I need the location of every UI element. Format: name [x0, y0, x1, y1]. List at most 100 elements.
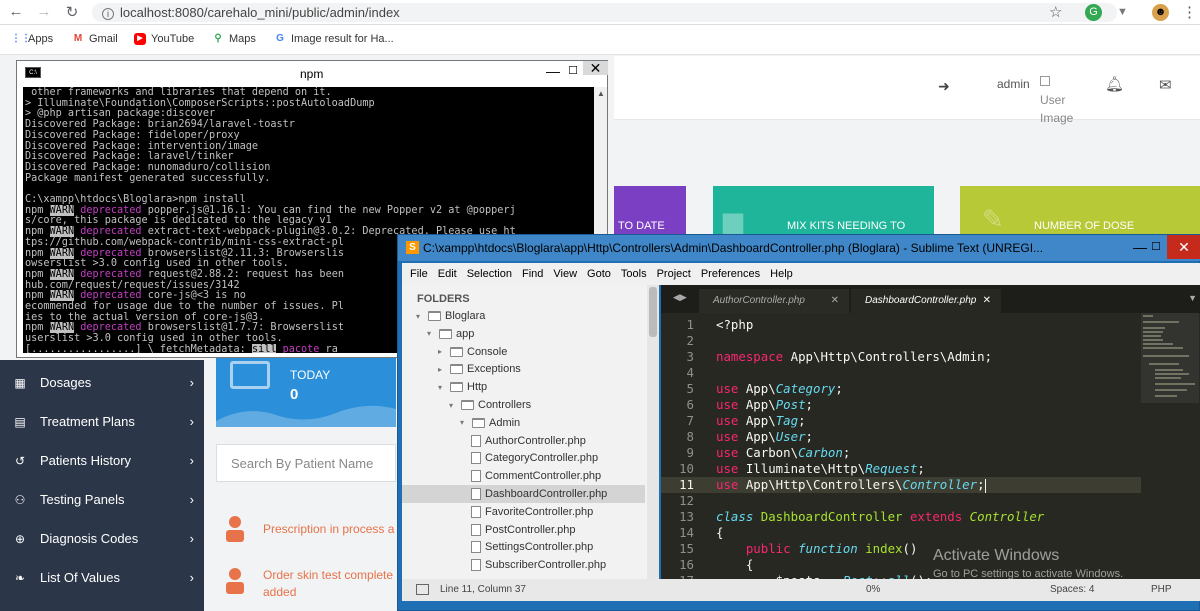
bookmark-star-icon[interactable]: ☆ [1049, 3, 1062, 21]
status-indentation[interactable]: Spaces: 4 [1050, 584, 1094, 595]
sublime-title-bar[interactable]: S C:\xampp\htdocs\Bloglara\app\Http\Cont… [398, 235, 1200, 261]
tree-file[interactable]: SettingsController.php [471, 538, 593, 556]
google-g-icon: G [276, 33, 284, 44]
tree-folder[interactable]: ▸ Console [438, 343, 507, 361]
sidebar-item-patients-history[interactable]: ↺ Patients History › [0, 441, 204, 480]
sidebar-scrollbar[interactable] [647, 285, 659, 579]
menu-icon[interactable]: ⋮ [1182, 3, 1197, 21]
tab-close-icon[interactable]: ✕ [983, 289, 991, 313]
console-text: WARN [49, 322, 75, 334]
bookmark-image-result[interactable]: G Image result for Ha... [274, 33, 394, 45]
scroll-up-icon[interactable]: ▲ [597, 89, 605, 98]
bookmark-apps[interactable]: ⋮⋮ Apps [11, 33, 53, 45]
tree-folder[interactable]: ▾ Admin [460, 414, 520, 432]
sidebar-item-diagnosis-codes[interactable]: ⊕ Diagnosis Codes › [0, 519, 204, 558]
extension-icon[interactable]: ▼ [1114, 4, 1131, 21]
panel-toggle-icon[interactable] [416, 584, 429, 595]
feed-item[interactable]: Order skin test complete added [216, 562, 396, 602]
sidebar-item-treatment-plans[interactable]: ▤ Treatment Plans › [0, 402, 204, 441]
tree-file[interactable]: FavoriteController.php [471, 503, 593, 521]
mail-icon[interactable]: ✉ [1159, 76, 1172, 94]
grammarly-icon[interactable]: G [1085, 4, 1102, 21]
menu-item-project[interactable]: Project [653, 268, 697, 280]
menu-item-tools[interactable]: Tools [617, 268, 653, 280]
today-card[interactable]: TODAY 0 [216, 357, 396, 427]
patient-search-input[interactable]: Search By Patient Name [216, 444, 396, 482]
chevron-down-icon[interactable]: ▾ [460, 418, 468, 427]
console-text: npm [25, 322, 50, 334]
profile-avatar-icon[interactable]: ☻ [1152, 4, 1169, 21]
stat-card[interactable]: ▆ MIX KITS NEEDING TO [713, 186, 934, 236]
chevron-down-icon[interactable]: ▾ [438, 383, 446, 392]
sidebar-item-testing-panels[interactable]: ⚇ Testing Panels › [0, 480, 204, 519]
stat-card[interactable]: TO DATE [614, 186, 686, 236]
tree-file[interactable]: AuthorController.php [471, 432, 586, 450]
tree-file[interactable]: CommentController.php [471, 467, 601, 485]
stat-card[interactable]: ✎ NUMBER OF DOSE [960, 186, 1200, 236]
npm-title-bar[interactable]: C:\ npm — ☐ ✕ [17, 59, 608, 87]
chevron-down-icon[interactable]: ▾ [449, 401, 457, 410]
chevron-down-icon[interactable]: ▾ [416, 312, 424, 321]
tab-nav-arrows-icon[interactable]: ◀▶ [673, 292, 687, 303]
info-icon[interactable]: i [102, 8, 114, 20]
tree-file[interactable]: SubscriberController.php [471, 556, 606, 574]
tree-folder[interactable]: ▾ app [427, 325, 474, 343]
sidebar-item-list-of-values[interactable]: ❧ List Of Values › [0, 558, 204, 597]
chevron-right-icon[interactable]: ▸ [438, 347, 446, 356]
tree-folder[interactable]: ▸ Exceptions [438, 360, 521, 378]
bookmark-gmail[interactable]: M Gmail [72, 33, 118, 45]
bookmark-maps[interactable]: ⚲ Maps [212, 33, 256, 45]
menu-item-selection[interactable]: Selection [463, 268, 518, 280]
code-token: function [798, 541, 866, 556]
back-icon[interactable]: ← [6, 3, 26, 20]
tab-dashboard-controller[interactable]: DashboardController.php ✕ [851, 289, 1001, 313]
menu-item-goto[interactable]: Goto [583, 268, 617, 280]
sublime-menu-bar: File Edit Selection Find View Goto Tools Projec… [402, 263, 1200, 285]
code-editor[interactable]: ◀▶ AuthorController.php ✕ DashboardContr… [661, 285, 1200, 579]
avatar[interactable]: User Image [1040, 73, 1080, 127]
scroll-thumb[interactable] [649, 287, 657, 337]
tree-file[interactable]: PostController.php [471, 521, 576, 539]
tree-folder[interactable]: ▾ Http [438, 378, 487, 396]
maximize-icon[interactable]: ☐ [563, 59, 583, 83]
tab-author-controller[interactable]: AuthorController.php ✕ [699, 289, 849, 313]
menu-item-view[interactable]: View [549, 268, 583, 280]
menu-item-help[interactable]: Help [766, 268, 799, 280]
address-bar[interactable]: i localhost:8080/carehalo_mini/public/adm… [92, 3, 1117, 22]
menu-item-preferences[interactable]: Preferences [697, 268, 766, 280]
forward-icon[interactable]: → [34, 3, 54, 20]
console-text: browserslist@2.11.3: Browserslis [141, 247, 344, 259]
console-text: sill [251, 343, 277, 353]
minimap[interactable] [1141, 313, 1199, 403]
tab-dropdown-icon[interactable]: ▼ [1188, 293, 1197, 303]
feed-item[interactable]: Prescription in process a [216, 514, 396, 548]
close-icon[interactable]: ✕ [583, 61, 608, 75]
maximize-icon[interactable]: ☐ [1145, 235, 1167, 259]
reload-icon[interactable]: ↻ [62, 3, 82, 21]
user-name[interactable]: admin [997, 77, 1030, 91]
menu-item-edit[interactable]: Edit [434, 268, 463, 280]
status-syntax[interactable]: PHP [1151, 584, 1172, 595]
logout-icon[interactable]: ➜ [938, 78, 950, 95]
tree-folder[interactable]: ▾ Bloglara [416, 307, 485, 325]
code-line: use App\Tag; [716, 413, 806, 429]
tab-close-icon[interactable]: ✕ [831, 289, 839, 313]
console-text: ies to the actual version of core-js@3. [25, 311, 265, 323]
sublime-window[interactable]: S C:\xampp\htdocs\Bloglara\app\Http\Cont… [397, 234, 1200, 611]
menu-item-find[interactable]: Find [518, 268, 549, 280]
sidebar-item-dosages[interactable]: ▦ Dosages › [0, 363, 204, 402]
code-token: Carbon [798, 445, 843, 460]
tree-folder[interactable]: ▾ Controllers [449, 396, 531, 414]
menu-item-file[interactable]: File [406, 268, 434, 280]
minimize-icon[interactable]: — [543, 59, 563, 83]
folder-icon [439, 328, 452, 339]
code-area[interactable]: 1 <?php 2 3 namespace App\Http\Controllers\A… [661, 313, 1141, 579]
close-icon[interactable]: ✕ [1167, 235, 1200, 259]
bell-icon[interactable]: 🔔︎ [1105, 75, 1124, 93]
code-token: ; [805, 429, 813, 444]
tree-file[interactable]: DashboardController.php [402, 485, 645, 503]
chevron-right-icon[interactable]: ▸ [438, 365, 446, 374]
chevron-down-icon[interactable]: ▾ [427, 329, 435, 338]
bookmark-youtube[interactable]: ▶ YouTube [134, 33, 194, 45]
tree-file[interactable]: CategoryController.php [471, 449, 598, 467]
